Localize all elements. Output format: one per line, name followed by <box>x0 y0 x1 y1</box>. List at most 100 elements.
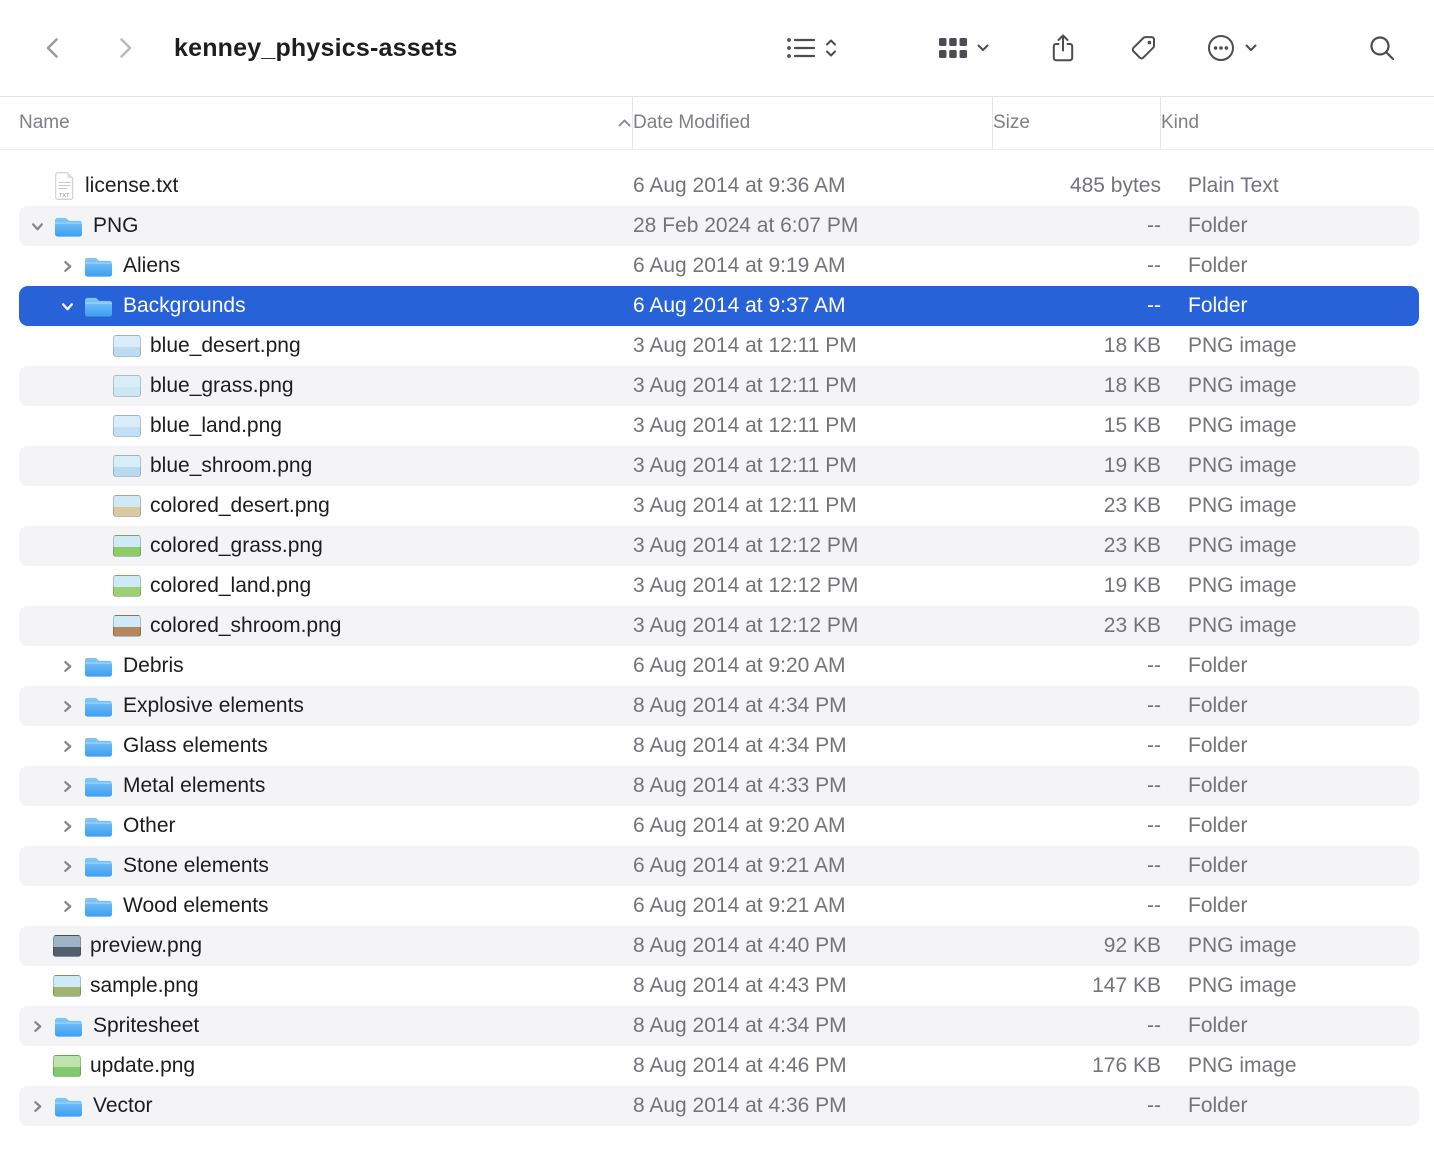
file-kind: PNG image <box>1161 534 1419 558</box>
text-file-icon <box>53 172 76 200</box>
file-size: 15 KB <box>993 414 1161 438</box>
image-thumbnail-icon <box>113 615 141 637</box>
table-row[interactable]: update.png 8 Aug 2014 at 4:46 PM 176 KB … <box>19 1046 1419 1086</box>
table-row[interactable]: blue_grass.png 3 Aug 2014 at 12:11 PM 18… <box>19 366 1419 406</box>
name-cell: colored_desert.png <box>19 486 633 526</box>
file-size: 19 KB <box>993 454 1161 478</box>
disclosure-chevron-icon[interactable] <box>57 816 77 836</box>
disclosure-chevron-icon[interactable] <box>27 1096 47 1116</box>
table-row[interactable]: sample.png 8 Aug 2014 at 4:43 PM 147 KB … <box>19 966 1419 1006</box>
back-button[interactable] <box>40 35 66 61</box>
disclosure-chevron-icon[interactable] <box>27 216 47 236</box>
disclosure-chevron-icon[interactable] <box>57 256 77 276</box>
name-cell: Wood elements <box>19 886 633 926</box>
date-modified: 8 Aug 2014 at 4:34 PM <box>633 694 993 718</box>
column-header-kind[interactable]: Kind <box>1161 97 1419 149</box>
file-name: blue_grass.png <box>150 374 294 398</box>
table-row[interactable]: Glass elements 8 Aug 2014 at 4:34 PM -- … <box>19 726 1419 766</box>
table-row[interactable]: blue_desert.png 3 Aug 2014 at 12:11 PM 1… <box>19 326 1419 366</box>
column-header-name[interactable]: Name <box>19 97 633 149</box>
disclosure-chevron-icon[interactable] <box>57 736 77 756</box>
table-row[interactable]: license.txt 6 Aug 2014 at 9:36 AM 485 by… <box>19 166 1419 206</box>
table-row[interactable]: Debris 6 Aug 2014 at 9:20 AM -- Folder <box>19 646 1419 686</box>
table-row[interactable]: preview.png 8 Aug 2014 at 4:40 PM 92 KB … <box>19 926 1419 966</box>
table-row[interactable]: Metal elements 8 Aug 2014 at 4:33 PM -- … <box>19 766 1419 806</box>
file-name: Metal elements <box>123 774 265 798</box>
table-row[interactable]: PNG 28 Feb 2024 at 6:07 PM -- Folder <box>19 206 1419 246</box>
name-cell: blue_shroom.png <box>19 446 633 486</box>
file-kind: Folder <box>1161 894 1419 918</box>
table-row[interactable]: Wood elements 6 Aug 2014 at 9:21 AM -- F… <box>19 886 1419 926</box>
image-thumbnail-icon <box>53 935 81 957</box>
disclosure-chevron-icon[interactable] <box>57 696 77 716</box>
file-name: colored_land.png <box>150 574 311 598</box>
file-name: sample.png <box>90 974 199 998</box>
date-modified: 3 Aug 2014 at 12:12 PM <box>633 534 993 558</box>
table-row[interactable]: Aliens 6 Aug 2014 at 9:19 AM -- Folder <box>19 246 1419 286</box>
group-by-button[interactable] <box>938 36 990 60</box>
column-label-date-modified: Date Modified <box>633 112 750 134</box>
table-row[interactable]: Explosive elements 8 Aug 2014 at 4:34 PM… <box>19 686 1419 726</box>
date-modified: 8 Aug 2014 at 4:34 PM <box>633 1014 993 1038</box>
name-cell: preview.png <box>19 926 633 966</box>
file-name: PNG <box>93 214 139 238</box>
file-kind: Folder <box>1161 254 1419 278</box>
table-row[interactable]: Spritesheet 8 Aug 2014 at 4:34 PM -- Fol… <box>19 1006 1419 1046</box>
table-row[interactable]: Backgrounds 6 Aug 2014 at 9:37 AM -- Fol… <box>19 286 1419 326</box>
column-header-size[interactable]: Size <box>993 97 1161 149</box>
table-row[interactable]: colored_desert.png 3 Aug 2014 at 12:11 P… <box>19 486 1419 526</box>
file-size: -- <box>993 1094 1161 1118</box>
date-modified: 6 Aug 2014 at 9:37 AM <box>633 294 993 318</box>
name-cell: Other <box>19 806 633 846</box>
share-button[interactable] <box>1050 33 1076 63</box>
file-size: -- <box>993 254 1161 278</box>
disclosure-chevron-icon[interactable] <box>57 776 77 796</box>
date-modified: 3 Aug 2014 at 12:12 PM <box>633 574 993 598</box>
file-name: blue_land.png <box>150 414 282 438</box>
column-label-kind: Kind <box>1161 112 1199 134</box>
file-kind: Folder <box>1161 814 1419 838</box>
file-name: Stone elements <box>123 854 269 878</box>
chevron-right-icon <box>112 35 138 61</box>
name-cell: Spritesheet <box>19 1006 633 1046</box>
table-row[interactable]: Stone elements 6 Aug 2014 at 9:21 AM -- … <box>19 846 1419 886</box>
file-name: Aliens <box>123 254 180 278</box>
folder-icon <box>53 1093 84 1119</box>
file-size: 18 KB <box>993 334 1161 358</box>
table-row[interactable]: Other 6 Aug 2014 at 9:20 AM -- Folder <box>19 806 1419 846</box>
table-row[interactable]: Vector 8 Aug 2014 at 4:36 PM -- Folder <box>19 1086 1419 1126</box>
file-name: Wood elements <box>123 894 269 918</box>
disclosure-chevron-icon[interactable] <box>27 1016 47 1036</box>
file-name: blue_shroom.png <box>150 454 312 478</box>
file-size: -- <box>993 694 1161 718</box>
table-row[interactable]: colored_shroom.png 3 Aug 2014 at 12:12 P… <box>19 606 1419 646</box>
column-header-date-modified[interactable]: Date Modified <box>633 97 993 149</box>
file-kind: Folder <box>1161 294 1419 318</box>
disclosure-chevron-icon[interactable] <box>57 896 77 916</box>
table-row[interactable]: colored_grass.png 3 Aug 2014 at 12:12 PM… <box>19 526 1419 566</box>
date-modified: 3 Aug 2014 at 12:11 PM <box>633 454 993 478</box>
search-button[interactable] <box>1368 34 1396 62</box>
file-kind: Folder <box>1161 214 1419 238</box>
forward-button[interactable] <box>112 35 138 61</box>
tags-button[interactable] <box>1130 34 1158 62</box>
table-row[interactable]: blue_land.png 3 Aug 2014 at 12:11 PM 15 … <box>19 406 1419 446</box>
view-options-button[interactable] <box>786 36 838 60</box>
more-actions-button[interactable] <box>1206 33 1258 63</box>
name-cell: Backgrounds <box>19 286 633 326</box>
file-kind: Plain Text <box>1161 174 1419 198</box>
date-modified: 6 Aug 2014 at 9:19 AM <box>633 254 993 278</box>
disclosure-chevron-icon[interactable] <box>57 856 77 876</box>
file-kind: PNG image <box>1161 614 1419 638</box>
sort-updown-icon <box>824 36 838 60</box>
disclosure-chevron-icon[interactable] <box>57 296 77 316</box>
disclosure-chevron-icon[interactable] <box>57 656 77 676</box>
name-cell: blue_grass.png <box>19 366 633 406</box>
column-label-size: Size <box>993 112 1030 134</box>
date-modified: 3 Aug 2014 at 12:11 PM <box>633 494 993 518</box>
date-modified: 6 Aug 2014 at 9:21 AM <box>633 894 993 918</box>
table-row[interactable]: colored_land.png 3 Aug 2014 at 12:12 PM … <box>19 566 1419 606</box>
file-name: blue_desert.png <box>150 334 301 358</box>
table-row[interactable]: blue_shroom.png 3 Aug 2014 at 12:11 PM 1… <box>19 446 1419 486</box>
file-size: -- <box>993 894 1161 918</box>
